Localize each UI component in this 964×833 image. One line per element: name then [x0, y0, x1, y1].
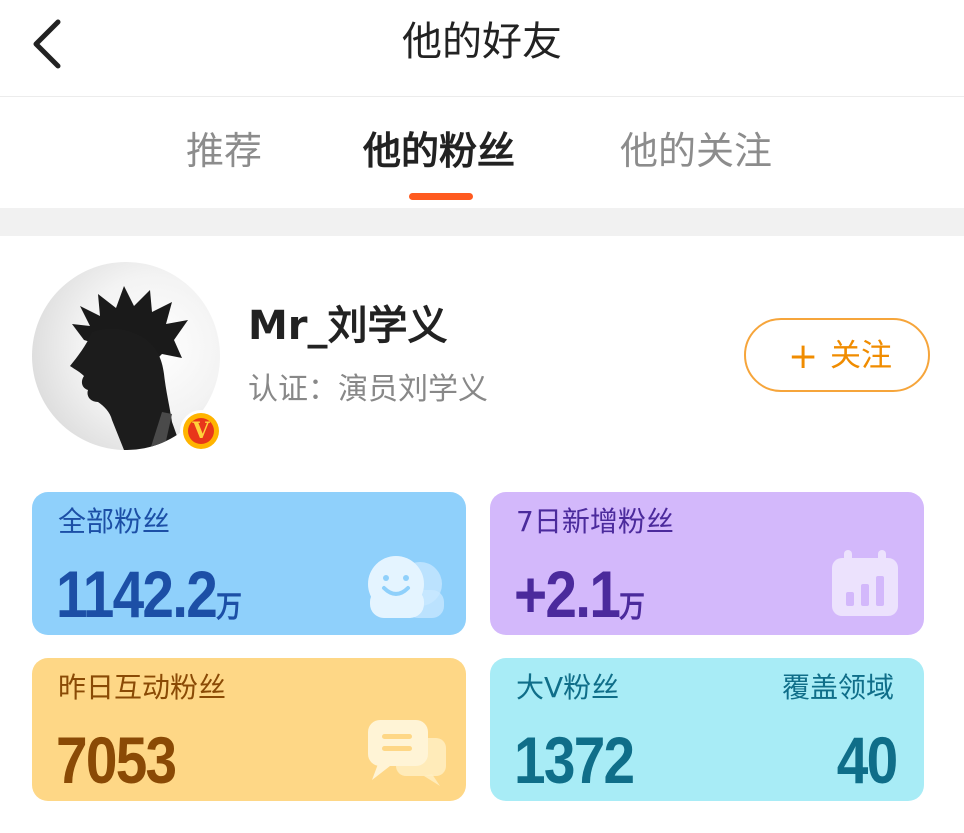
tab-bar: 推荐 他的粉丝 他的关注 — [0, 97, 964, 207]
all-fans-card[interactable]: 全部粉丝 1142.2万 — [32, 492, 466, 635]
section-separator — [0, 208, 964, 236]
smiley-users-icon — [362, 554, 446, 626]
bigv-fans-title: 大V粉丝 — [516, 671, 620, 704]
new-fans-7d-card[interactable]: 7日新增粉丝 +2.1万 — [490, 492, 924, 635]
page-title: 他的好友 — [402, 19, 562, 65]
bigv-fans-value: 1372 — [514, 723, 635, 797]
bigv-fans-card[interactable]: 大V粉丝 1372 覆盖领域 40 — [490, 658, 924, 801]
tab-his-fans[interactable]: 他的粉丝 — [363, 125, 515, 177]
coverage-title: 覆盖领域 — [781, 671, 894, 704]
calendar-chart-icon — [828, 548, 902, 624]
all-fans-title: 全部粉丝 — [58, 505, 171, 538]
interactive-fans-value: 7053 — [56, 723, 177, 797]
tab-his-following[interactable]: 他的关注 — [620, 125, 772, 177]
new-fans-7d-value: +2.1万 — [514, 557, 645, 631]
new-fans-7d-title: 7日新增粉丝 — [516, 505, 674, 538]
coverage-value: 40 — [836, 723, 897, 797]
profile-section: V Mr_刘学义 认证：演员刘学义 + 关注 — [0, 236, 964, 476]
all-fans-value: 1142.2万 — [56, 557, 242, 631]
interactive-fans-card[interactable]: 昨日互动粉丝 7053 — [32, 658, 466, 801]
plus-icon: + — [788, 336, 819, 377]
username[interactable]: Mr_刘学义 — [248, 300, 448, 352]
interactive-fans-title: 昨日互动粉丝 — [58, 671, 227, 704]
active-tab-indicator — [409, 193, 473, 200]
follow-label: 关注 — [830, 338, 892, 374]
verified-badge: V — [180, 410, 222, 452]
chat-bubbles-icon — [366, 716, 448, 792]
tab-recommend[interactable]: 推荐 — [186, 125, 262, 177]
follow-button[interactable]: + 关注 — [744, 318, 930, 392]
header: 他的好友 — [0, 0, 964, 96]
verification-text: 认证：演员刘学义 — [248, 372, 488, 407]
